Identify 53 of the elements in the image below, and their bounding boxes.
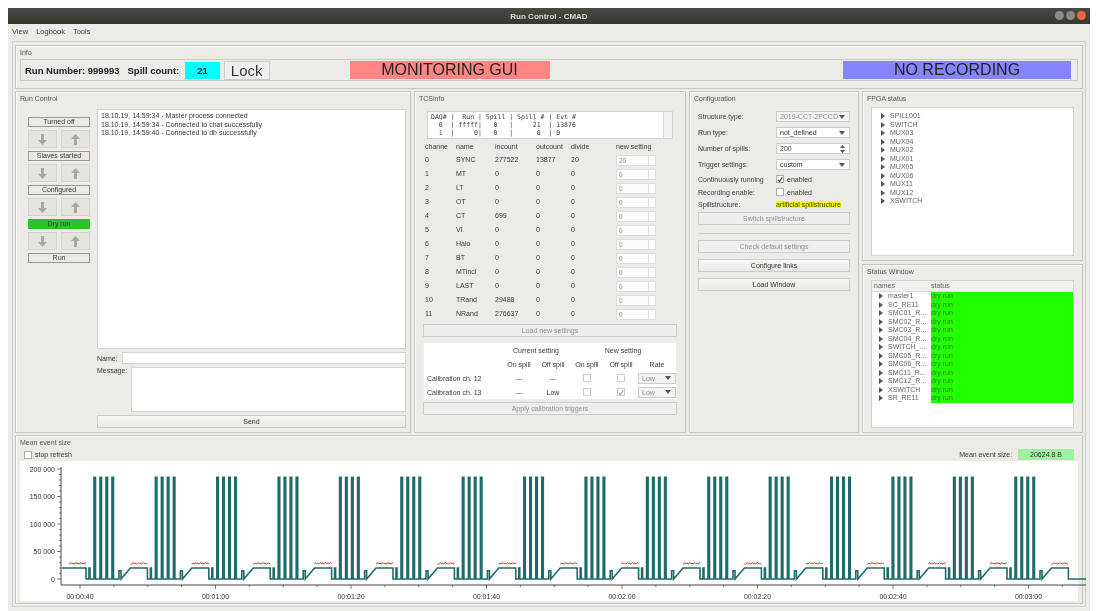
expand-arrow-icon[interactable] <box>880 172 885 179</box>
expand-arrow-icon[interactable] <box>878 369 883 376</box>
expand-arrow-icon[interactable] <box>878 318 883 325</box>
down-arrow-icon <box>38 201 47 213</box>
expand-arrow-icon[interactable] <box>878 386 883 393</box>
spill-count-label: Spill count: <box>127 64 180 76</box>
recording-banner: NO RECORDING <box>843 61 1071 79</box>
expand-arrow-icon[interactable] <box>880 130 885 137</box>
caret-icon <box>665 390 671 394</box>
expand-arrow-icon[interactable] <box>880 113 885 120</box>
down-arrow-icon <box>38 167 47 179</box>
message-field[interactable] <box>131 367 406 412</box>
scrollbar[interactable] <box>663 112 672 138</box>
checkbox[interactable] <box>617 388 625 396</box>
expand-arrow-icon[interactable] <box>880 121 885 128</box>
expand-arrow-icon[interactable] <box>878 378 883 385</box>
expand-arrow-icon[interactable] <box>878 327 883 334</box>
down-arrow-icon <box>38 235 47 247</box>
spill-count-value: 21 <box>185 61 220 79</box>
caret-icon <box>839 130 845 135</box>
up-arrow-icon <box>71 201 80 213</box>
expand-arrow-icon[interactable] <box>878 310 883 317</box>
close-button[interactable] <box>1077 11 1086 20</box>
expand-arrow-icon[interactable] <box>880 198 885 205</box>
checkbox[interactable] <box>776 175 784 183</box>
up-arrow-icon <box>71 167 80 179</box>
checkbox[interactable] <box>776 188 784 196</box>
expand-arrow-icon[interactable] <box>878 395 883 402</box>
up-arrow-icon <box>71 235 80 247</box>
expand-arrow-icon[interactable] <box>878 301 883 308</box>
expand-arrow-icon[interactable] <box>880 138 885 145</box>
mode-banner: MONITORING GUI <box>349 61 550 79</box>
expand-arrow-icon[interactable] <box>880 164 885 171</box>
expand-arrow-icon[interactable] <box>878 361 883 368</box>
up-arrow-icon <box>71 133 80 145</box>
window-title: Run Control - CMAD <box>510 11 588 21</box>
expand-arrow-icon[interactable] <box>880 155 885 162</box>
lock-button[interactable]: Lock <box>223 60 270 80</box>
caret-icon <box>839 114 845 119</box>
caret-icon <box>839 162 845 167</box>
expand-arrow-icon[interactable] <box>880 189 885 196</box>
expand-arrow-icon[interactable] <box>880 147 885 154</box>
expand-arrow-icon[interactable] <box>880 181 885 188</box>
expand-arrow-icon[interactable] <box>878 335 883 342</box>
down-arrow-icon <box>38 133 47 145</box>
caret-icon <box>665 376 671 380</box>
expand-arrow-icon[interactable] <box>878 293 883 300</box>
checkbox[interactable] <box>24 450 32 459</box>
expand-arrow-icon[interactable] <box>878 352 883 359</box>
input-field[interactable] <box>121 352 406 364</box>
spin-arrows-icon[interactable] <box>840 144 845 153</box>
run-number-label: Run Number: 999993 <box>25 64 120 76</box>
expand-arrow-icon[interactable] <box>878 344 883 351</box>
